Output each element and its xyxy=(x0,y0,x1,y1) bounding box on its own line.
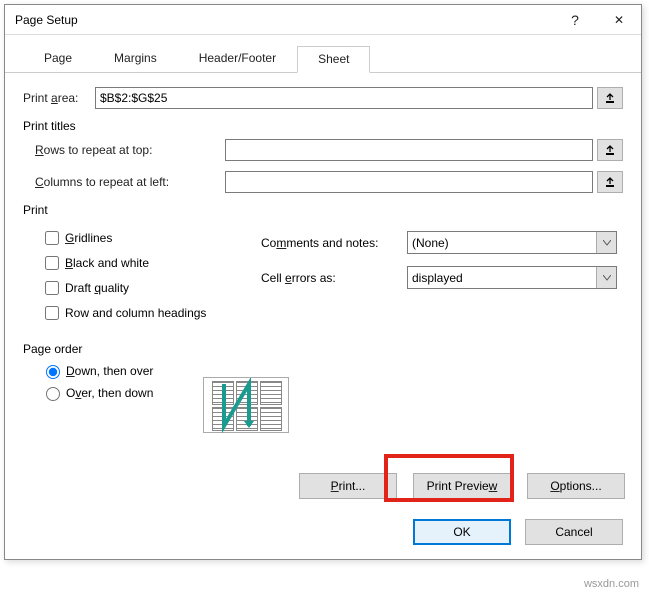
gridlines-checkbox-input[interactable] xyxy=(45,231,59,245)
help-icon: ? xyxy=(571,12,579,28)
cancel-button[interactable]: Cancel xyxy=(525,519,623,545)
gridlines-label: Gridlines xyxy=(65,231,112,245)
comments-label: Comments and notes: xyxy=(261,236,407,250)
watermark: wsxdn.com xyxy=(584,578,639,590)
over-then-down-radio-input[interactable] xyxy=(46,387,60,401)
tab-sheet[interactable]: Sheet xyxy=(297,46,370,73)
print-area-input[interactable] xyxy=(95,87,593,109)
gridlines-checkbox[interactable]: Gridlines xyxy=(41,228,261,248)
rowcol-headings-label: Row and column headings xyxy=(65,306,206,320)
rows-repeat-label: Rows to repeat at top: xyxy=(35,143,225,157)
cols-repeat-label: Columns to repeat at left: xyxy=(35,175,225,189)
print-area-collapse-button[interactable] xyxy=(597,87,623,109)
dialog-body: Print area: Print titles Rows to repeat … xyxy=(5,73,641,416)
draft-label: Draft quality xyxy=(65,281,129,295)
draft-checkbox-input[interactable] xyxy=(45,281,59,295)
down-then-over-label: Down, then over xyxy=(66,364,153,378)
print-button[interactable]: Print... xyxy=(299,473,397,499)
tab-page-label: Page xyxy=(44,51,72,65)
tab-strip: Page Margins Header/Footer Sheet xyxy=(5,45,641,73)
help-button[interactable]: ? xyxy=(553,5,597,35)
page-order-arrow-icon xyxy=(204,378,290,434)
down-then-over-radio[interactable]: Down, then over xyxy=(41,362,623,379)
cols-repeat-input[interactable] xyxy=(225,171,593,193)
over-then-down-label: Over, then down xyxy=(66,386,153,400)
tab-margins[interactable]: Margins xyxy=(93,45,178,72)
page-order-group-label: Page order xyxy=(23,342,623,356)
range-selector-icon xyxy=(604,92,616,104)
cellerrors-select[interactable]: displayed xyxy=(407,266,617,289)
tab-margins-label: Margins xyxy=(114,51,157,65)
print-area-label: Print area: xyxy=(23,91,95,105)
tab-header-footer-label: Header/Footer xyxy=(199,51,276,65)
close-button[interactable]: ✕ xyxy=(597,5,641,35)
range-selector-icon xyxy=(604,176,616,188)
ok-cancel-row: OK Cancel xyxy=(413,519,623,545)
close-icon: ✕ xyxy=(614,13,624,27)
cellerrors-label: Cell errors as: xyxy=(261,271,407,285)
cols-repeat-collapse-button[interactable] xyxy=(597,171,623,193)
dialog-title: Page Setup xyxy=(15,13,553,27)
print-titles-group-label: Print titles xyxy=(23,119,623,133)
down-then-over-radio-input[interactable] xyxy=(46,365,60,379)
titlebar: Page Setup ? ✕ xyxy=(5,5,641,35)
over-then-down-radio[interactable]: Over, then down xyxy=(41,384,623,401)
black-white-checkbox-input[interactable] xyxy=(45,256,59,270)
page-order-graphic xyxy=(203,377,289,433)
draft-checkbox[interactable]: Draft quality xyxy=(41,278,261,298)
rowcol-headings-checkbox[interactable]: Row and column headings xyxy=(41,303,261,323)
tab-header-footer[interactable]: Header/Footer xyxy=(178,45,297,72)
black-white-label: Black and white xyxy=(65,256,149,270)
tab-page[interactable]: Page xyxy=(23,45,93,72)
rows-repeat-input[interactable] xyxy=(225,139,593,161)
rowcol-headings-checkbox-input[interactable] xyxy=(45,306,59,320)
print-group-label: Print xyxy=(23,203,623,217)
action-button-row: Print... Print Preview Options... xyxy=(299,473,625,499)
ok-button[interactable]: OK xyxy=(413,519,511,545)
rows-repeat-collapse-button[interactable] xyxy=(597,139,623,161)
black-white-checkbox[interactable]: Black and white xyxy=(41,253,261,273)
options-button[interactable]: Options... xyxy=(527,473,625,499)
print-preview-button[interactable]: Print Preview xyxy=(413,473,511,499)
tab-sheet-label: Sheet xyxy=(318,52,349,66)
page-setup-dialog: Page Setup ? ✕ Page Margins Header/Foote… xyxy=(4,4,642,560)
range-selector-icon xyxy=(604,144,616,156)
comments-select[interactable]: (None) xyxy=(407,231,617,254)
